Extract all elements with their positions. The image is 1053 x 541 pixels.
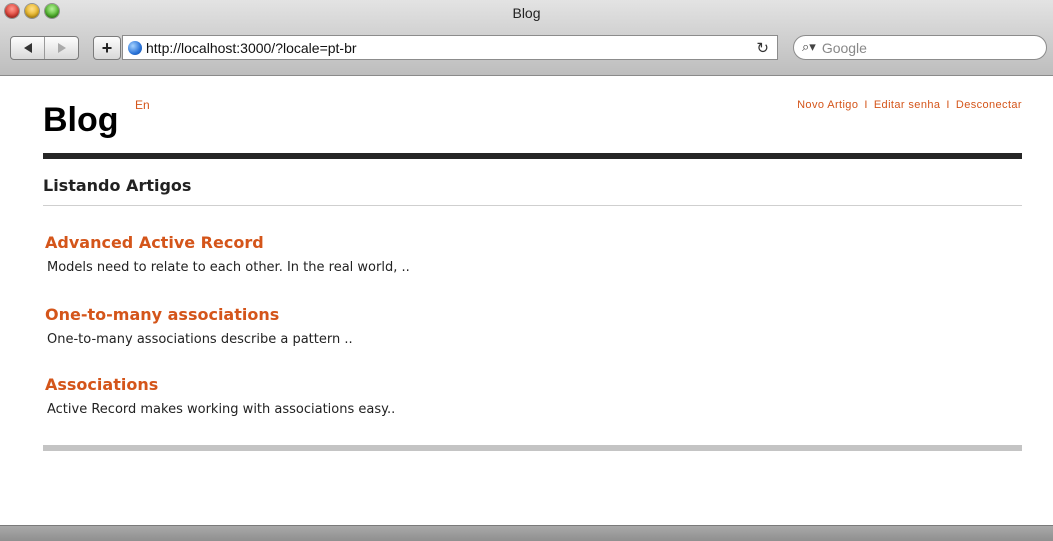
search-icon[interactable]: ⌕▾ bbox=[802, 40, 816, 55]
article-item: Advanced Active Record Models need to re… bbox=[45, 233, 945, 275]
back-button[interactable] bbox=[11, 37, 44, 59]
search-input[interactable] bbox=[819, 38, 1046, 57]
footer-divider bbox=[43, 445, 1022, 451]
forward-button[interactable] bbox=[44, 37, 78, 59]
status-bar bbox=[0, 525, 1053, 541]
article-title-link[interactable]: Advanced Active Record bbox=[45, 233, 264, 252]
title-divider bbox=[43, 205, 1022, 206]
article-excerpt: Models need to relate to each other. In … bbox=[47, 260, 410, 275]
article-item: Associations Active Record makes working… bbox=[45, 375, 945, 417]
edit-password-link[interactable]: Editar senha bbox=[874, 99, 941, 111]
search-field[interactable]: ⌕▾ bbox=[793, 35, 1047, 60]
site-logo: Blog bbox=[43, 101, 119, 139]
url-text[interactable]: http://localhost:3000/?locale=pt-br bbox=[146, 40, 756, 56]
article-excerpt: Active Record makes working with associa… bbox=[47, 402, 396, 417]
new-article-link[interactable]: Novo Artigo bbox=[797, 99, 858, 111]
reload-icon[interactable]: ↻ bbox=[756, 39, 769, 57]
article-item: One-to-many associations One-to-many ass… bbox=[45, 305, 945, 347]
back-arrow-icon bbox=[23, 43, 32, 53]
nav-separator: I bbox=[864, 99, 868, 111]
globe-icon bbox=[128, 40, 142, 55]
page-title: Listando Artigos bbox=[43, 176, 192, 195]
add-bookmark-button[interactable]: + bbox=[93, 36, 121, 60]
article-title-link[interactable]: Associations bbox=[45, 375, 158, 394]
user-nav: Novo Artigo I Editar senha I Desconectar bbox=[797, 99, 1022, 111]
locale-switch-link[interactable]: En bbox=[135, 98, 150, 112]
nav-separator: I bbox=[946, 99, 950, 111]
article-title-link[interactable]: One-to-many associations bbox=[45, 305, 279, 324]
history-nav bbox=[10, 36, 79, 60]
browser-toolbar: Blog + http://localhost:3000/?locale=pt-… bbox=[0, 0, 1053, 76]
plus-icon: + bbox=[101, 37, 113, 58]
window-title: Blog bbox=[512, 5, 541, 21]
article-excerpt: One-to-many associations describe a patt… bbox=[47, 332, 353, 347]
forward-arrow-icon bbox=[57, 43, 66, 53]
header-divider bbox=[43, 153, 1022, 159]
logout-link[interactable]: Desconectar bbox=[956, 99, 1022, 111]
address-bar[interactable]: http://localhost:3000/?locale=pt-br ↻ bbox=[122, 35, 778, 60]
